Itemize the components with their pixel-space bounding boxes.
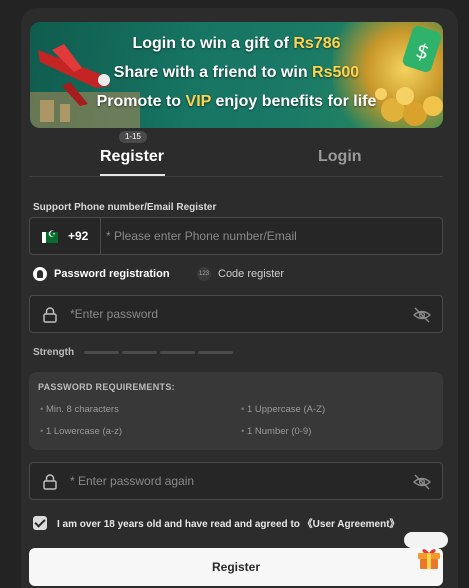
phone-email-field: +92 * Please enter Phone number/Email [29,217,443,255]
banner-line-3: Promote to VIP enjoy benefits for life [96,93,377,110]
floating-gift[interactable] [404,532,448,574]
code-register-option[interactable]: 123 Code register [197,267,284,281]
agreement-text[interactable]: I am over 18 years old and have read and… [57,515,400,530]
strength-bar-2 [122,351,157,354]
code-register-label: Code register [218,268,285,280]
country-code-selector[interactable]: +92 [68,229,88,243]
agreement-checkbox[interactable] [33,515,47,530]
tab-badge: 1-15 [119,131,147,143]
requirements-title: PASSWORD REQUIREMENTS: [38,382,175,392]
tab-register[interactable]: Register [100,148,164,166]
agreement-row: I am over 18 years old and have read and… [33,515,400,530]
gift-icon [418,549,440,569]
password-registration-label: Password registration [54,268,170,280]
tab-login[interactable]: Login [318,148,362,166]
phone-email-label: Support Phone number/Email Register [33,202,217,213]
promo-banner[interactable]: $ Login to win a gift of Rs786 Share wit… [30,22,443,128]
banner-line-1: Login to win a gift of Rs786 [132,35,341,52]
banner-line-2: Share with a friend to win Rs500 [113,64,360,81]
eye-off-icon[interactable] [413,307,431,323]
password-input[interactable]: *Enter password [70,307,158,321]
password-field: *Enter password [29,295,443,333]
eye-off-icon[interactable] [413,474,431,490]
pakistan-flag-icon [42,229,58,243]
strength-bar-4 [198,351,233,354]
field-divider [100,218,101,254]
password-registration-option[interactable]: Password registration [33,267,170,281]
register-button[interactable]: Register [29,548,443,586]
lock-icon [43,307,57,323]
requirement-item: 1 Lowercase (a-z) [40,426,122,437]
tabs-divider [29,176,443,177]
confirm-password-input[interactable]: * Enter password again [70,474,194,488]
strength-bar-1 [84,351,119,354]
password-requirements-box: PASSWORD REQUIREMENTS: Min. 8 characters… [29,372,443,450]
requirement-item: Min. 8 characters [40,404,119,415]
strength-bar-3 [160,351,195,354]
phone-email-input[interactable]: * Please enter Phone number/Email [106,229,297,243]
lock-icon [43,474,57,490]
strength-label: Strength [33,347,75,358]
numeric-code-icon: 123 [197,267,211,281]
requirement-item: 1 Number (0-9) [241,426,311,437]
confirm-password-field: * Enter password again [29,462,443,500]
requirement-item: 1 Uppercase (A-Z) [241,404,325,415]
radio-selected-icon [33,267,47,281]
